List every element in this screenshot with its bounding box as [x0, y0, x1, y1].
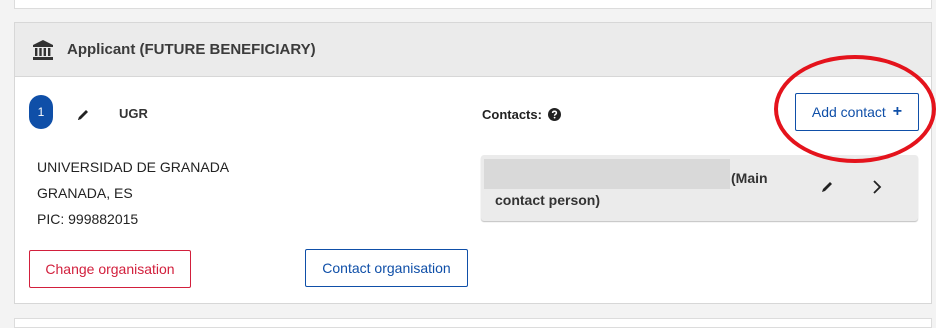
bank-building-icon	[32, 39, 54, 61]
section-title: Applicant (FUTURE BENEFICIARY)	[67, 41, 316, 58]
add-contact-label: Add contact	[811, 104, 886, 120]
contact-organisation-button[interactable]: Contact organisation	[305, 249, 468, 287]
contact-role: (Main contact person)	[495, 170, 768, 208]
organisation-details: UNIVERSIDAD DE GRANADA GRANADA, ES PIC: …	[37, 154, 229, 232]
edit-organisation-pencil-icon[interactable]	[75, 107, 91, 123]
organisation-number-badge: 1	[29, 95, 53, 129]
previous-card-edge	[14, 0, 932, 9]
applicant-card-header: Applicant (FUTURE BENEFICIARY)	[15, 23, 931, 77]
contact-list-item[interactable]: (Main contact person)	[481, 155, 918, 221]
change-organisation-button[interactable]: Change organisation	[29, 250, 191, 288]
next-card-edge	[14, 318, 932, 328]
contacts-heading: Contacts:	[482, 107, 561, 122]
question-circle-icon[interactable]	[547, 108, 561, 121]
chevron-right-icon[interactable]	[869, 179, 885, 195]
organisation-name: UNIVERSIDAD DE GRANADA	[37, 159, 230, 175]
plus-icon: +	[892, 103, 903, 120]
add-contact-button[interactable]: Add contact +	[795, 93, 919, 131]
organisation-acronym: UGR	[119, 106, 148, 121]
organisation-pic: PIC: 999882015	[37, 211, 139, 227]
organisation-location: GRANADA, ES	[37, 185, 133, 201]
edit-contact-pencil-icon[interactable]	[819, 179, 835, 195]
applicant-card: Applicant (FUTURE BENEFICIARY) 1 UGR UNI…	[14, 22, 936, 304]
contacts-label: Contacts:	[482, 107, 542, 122]
